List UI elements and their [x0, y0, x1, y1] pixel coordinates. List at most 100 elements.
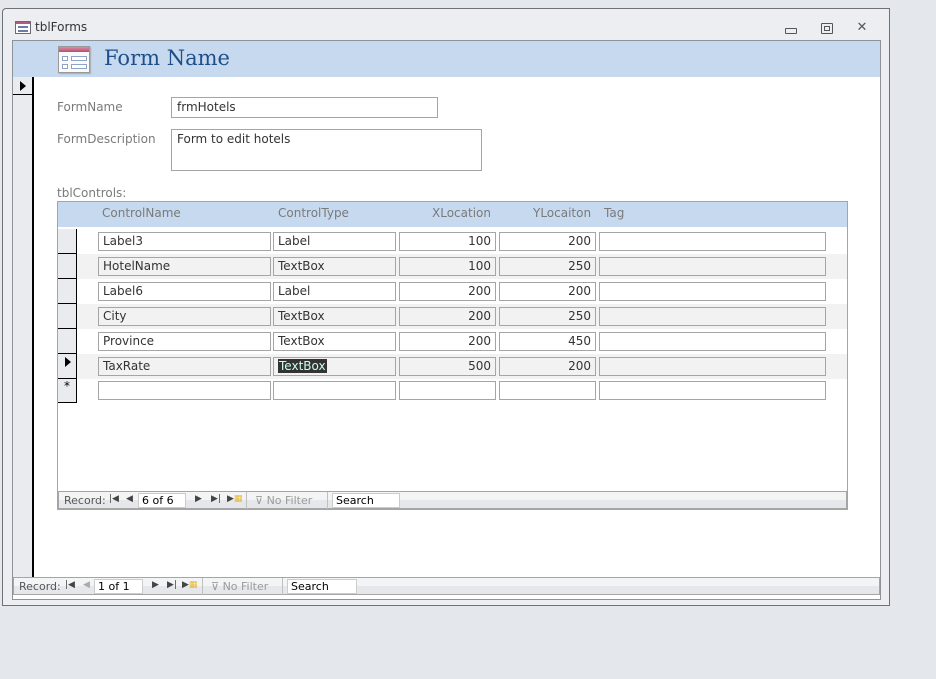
- cell-controltype[interactable]: Label: [273, 232, 396, 251]
- current-record-input[interactable]: 6 of 6: [138, 493, 186, 508]
- row-selector[interactable]: [58, 329, 77, 354]
- new-record-icon[interactable]: ▶▦: [182, 580, 197, 590]
- cell-xlocation[interactable]: 500: [399, 357, 496, 376]
- table-row: Label3 Label 100 200: [77, 229, 847, 254]
- cell-controltype[interactable]: TextBox: [273, 307, 396, 326]
- row-selector[interactable]: [58, 229, 77, 254]
- formname-label: FormName: [57, 100, 123, 114]
- record-selector-column: [13, 77, 34, 579]
- row-selector-current[interactable]: [58, 354, 77, 379]
- column-header-tag[interactable]: Tag: [604, 206, 624, 220]
- current-record-arrow-icon: [20, 81, 26, 91]
- table-row: City TextBox 200 250: [77, 304, 847, 329]
- cell-controltype[interactable]: Label: [273, 282, 396, 301]
- cell-controlname[interactable]: Label6: [98, 282, 271, 301]
- filter-icon: ⊽: [211, 580, 220, 593]
- table-row: Province TextBox 200 450: [77, 329, 847, 354]
- table-row-current: TaxRate TextBox 500 200: [77, 354, 847, 379]
- next-record-icon[interactable]: ▶: [152, 580, 159, 590]
- cell-controltype-selected[interactable]: TextBox: [273, 357, 396, 376]
- row-selector[interactable]: [58, 254, 77, 279]
- subform-label: tblControls:: [57, 186, 127, 200]
- cell-tag[interactable]: [599, 332, 826, 351]
- last-record-icon[interactable]: ▶|: [211, 494, 221, 504]
- row-selector[interactable]: [58, 279, 77, 304]
- cell-ylocation[interactable]: 200: [499, 357, 596, 376]
- cell-ylocation[interactable]: 200: [499, 282, 596, 301]
- form-header: Form Name: [13, 41, 880, 77]
- current-record-arrow-icon: [65, 357, 71, 367]
- table-row-new: [77, 379, 847, 404]
- cell-ylocation[interactable]: 250: [499, 307, 596, 326]
- title-bar: tblForms ✕: [3, 9, 889, 41]
- window-title: tblForms: [35, 20, 88, 34]
- cell-ylocation-new[interactable]: [499, 381, 596, 400]
- cell-controltype-new[interactable]: [273, 381, 396, 400]
- cell-tag[interactable]: [599, 257, 826, 276]
- new-record-icon[interactable]: ▶▦: [227, 494, 242, 504]
- first-record-icon[interactable]: |◀: [65, 580, 75, 590]
- form-icon: [15, 21, 31, 34]
- column-header-controlname[interactable]: ControlName: [102, 206, 181, 220]
- cell-xlocation[interactable]: 200: [399, 307, 496, 326]
- cell-tag[interactable]: [599, 282, 826, 301]
- previous-record-icon[interactable]: ◀: [126, 494, 133, 504]
- cell-tag-new[interactable]: [599, 381, 826, 400]
- record-label: Record:: [19, 580, 61, 593]
- cell-tag[interactable]: [599, 307, 826, 326]
- cell-xlocation[interactable]: 100: [399, 257, 496, 276]
- form-title: Form Name: [104, 46, 230, 70]
- minimize-button[interactable]: [782, 21, 798, 35]
- current-record-input[interactable]: 1 of 1: [94, 579, 143, 594]
- cell-controlname-new[interactable]: [98, 381, 271, 400]
- next-record-icon[interactable]: ▶: [195, 494, 202, 504]
- cell-ylocation[interactable]: 200: [499, 232, 596, 251]
- table-row: HotelName TextBox 100 250: [77, 254, 847, 279]
- cell-xlocation[interactable]: 100: [399, 232, 496, 251]
- cell-controlname[interactable]: Label3: [98, 232, 271, 251]
- column-header-controltype[interactable]: ControlType: [278, 206, 349, 220]
- cell-tag[interactable]: [599, 357, 826, 376]
- cell-controltype[interactable]: TextBox: [273, 332, 396, 351]
- selected-text: TextBox: [278, 359, 327, 373]
- column-header-xlocation[interactable]: XLocation: [432, 206, 491, 220]
- row-selector[interactable]: [58, 304, 77, 329]
- cell-controltype[interactable]: TextBox: [273, 257, 396, 276]
- no-filter-button[interactable]: ⊽ No Filter: [211, 580, 268, 593]
- search-input[interactable]: Search: [332, 493, 400, 508]
- previous-record-icon[interactable]: ◀: [83, 580, 90, 590]
- cell-controlname[interactable]: Province: [98, 332, 271, 351]
- formdescription-input[interactable]: Form to edit hotels: [171, 129, 482, 171]
- formdescription-label: FormDescription: [57, 132, 156, 146]
- record-selector[interactable]: [13, 77, 34, 95]
- first-record-icon[interactable]: |◀: [109, 494, 119, 504]
- cell-xlocation[interactable]: 200: [399, 282, 496, 301]
- tblcontrols-subform: ControlName ControlType XLocation YLocai…: [57, 201, 848, 510]
- cell-ylocation[interactable]: 250: [499, 257, 596, 276]
- new-record-asterisk-icon: *: [64, 379, 70, 393]
- form-body: Form Name FormName frmHotels FormDescrip…: [12, 40, 881, 600]
- subform-record-navigation: Record: |◀ ◀ 6 of 6 ▶ ▶| ▶▦ ⊽ No Filter …: [58, 491, 847, 509]
- last-record-icon[interactable]: ▶|: [167, 580, 177, 590]
- cell-tag[interactable]: [599, 232, 826, 251]
- search-input[interactable]: Search: [287, 579, 357, 594]
- cell-xlocation-new[interactable]: [399, 381, 496, 400]
- no-filter-button[interactable]: ⊽ No Filter: [255, 494, 312, 507]
- close-button[interactable]: ✕: [854, 21, 870, 35]
- cell-xlocation[interactable]: 200: [399, 332, 496, 351]
- form-record-navigation: Record: |◀ ◀ 1 of 1 ▶ ▶| ▶▦ ⊽ No Filter …: [13, 577, 880, 595]
- filter-icon: ⊽: [255, 494, 264, 507]
- form-header-icon: [58, 46, 90, 73]
- cell-controlname[interactable]: HotelName: [98, 257, 271, 276]
- form-window: tblForms ✕ Form Name FormName frmHotels …: [2, 8, 890, 606]
- record-label: Record:: [64, 494, 106, 507]
- cell-ylocation[interactable]: 450: [499, 332, 596, 351]
- new-record-selector[interactable]: *: [58, 379, 77, 403]
- formname-input[interactable]: frmHotels: [171, 97, 438, 118]
- subform-column-header: ControlName ControlType XLocation YLocai…: [58, 202, 847, 227]
- table-row: Label6 Label 200 200: [77, 279, 847, 304]
- restore-button[interactable]: [818, 21, 834, 35]
- column-header-ylocation[interactable]: YLocaiton: [533, 206, 591, 220]
- cell-controlname[interactable]: TaxRate: [98, 357, 271, 376]
- cell-controlname[interactable]: City: [98, 307, 271, 326]
